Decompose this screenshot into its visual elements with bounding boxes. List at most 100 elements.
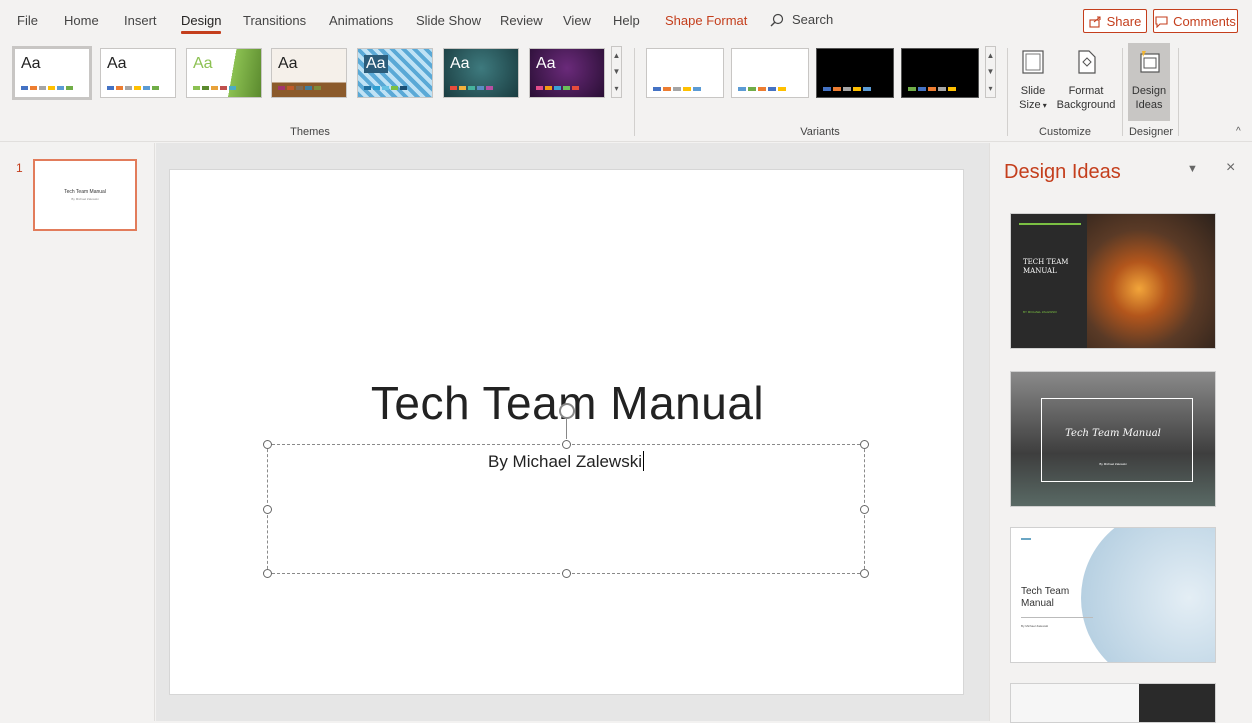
designer-group-label: Designer <box>1128 126 1174 138</box>
theme-office-2[interactable]: Aa <box>100 48 176 98</box>
design-ideas-icon <box>1140 51 1160 73</box>
variant-1[interactable] <box>646 48 724 98</box>
format-background-button[interactable]: Format Background <box>1054 48 1118 112</box>
chevron-down-icon[interactable]: ▼ <box>987 67 995 76</box>
theme-facet[interactable]: Aa <box>186 48 262 98</box>
format-background-icon <box>1078 50 1096 74</box>
design-idea-3[interactable]: Tech Team Manual By Michael Zalewski <box>1010 527 1216 663</box>
themes-scrollbar[interactable]: ▲ ▼ ▾ <box>611 46 622 98</box>
slide-canvas-area: Tech Team Manual By Michael Zalewski <box>156 143 989 721</box>
theme-colors <box>21 86 73 90</box>
tab-home[interactable]: Home <box>64 13 99 28</box>
chevron-up-icon[interactable]: ▲ <box>987 51 995 60</box>
idea1-title: TECH TEAM MANUAL <box>1023 258 1069 275</box>
pane-options-icon[interactable]: ▼ <box>1187 163 1198 175</box>
tab-slide-show[interactable]: Slide Show <box>416 13 481 28</box>
idea3-subtitle: By Michael Zalewski <box>1021 624 1049 628</box>
slide-size-button[interactable]: Slide Size ▾ <box>1015 48 1051 113</box>
theme-wood[interactable]: Aa <box>271 48 347 98</box>
theme-colors <box>450 86 493 90</box>
variant-2[interactable] <box>731 48 809 98</box>
tab-animations[interactable]: Animations <box>329 13 393 28</box>
design-idea-1[interactable]: TECH TEAM MANUAL BY MICHAEL ZALEWSKI <box>1010 213 1216 349</box>
resize-handle-w[interactable] <box>263 505 272 514</box>
variant-colors <box>653 87 701 91</box>
subtitle-line[interactable]: By Michael Zalewski <box>268 451 864 472</box>
variants-scrollbar[interactable]: ▲ ▼ ▾ <box>985 46 996 98</box>
idea3-accent <box>1021 538 1031 540</box>
ribbon: Aa Aa Aa Aa Aa Aa Aa ▲ ▼ ▾ Themes ▲ ▼ ▾ … <box>0 42 1252 142</box>
theme-ion-boardroom[interactable]: Aa <box>529 48 605 98</box>
resize-handle-se[interactable] <box>860 569 869 578</box>
menu-bar: File Home Insert Design Transitions Anim… <box>0 0 1252 42</box>
resize-handle-e[interactable] <box>860 505 869 514</box>
theme-sample: Aa <box>536 55 556 72</box>
tab-file[interactable]: File <box>17 13 38 28</box>
resize-handle-ne[interactable] <box>860 440 869 449</box>
design-idea-2[interactable]: Tech Team Manual By Michael Zalewski <box>1010 371 1216 507</box>
theme-colors <box>364 86 407 90</box>
slide-size-label-2: Size <box>1019 99 1041 111</box>
tab-design[interactable]: Design <box>181 13 222 34</box>
more-icon[interactable]: ▾ <box>988 84 992 93</box>
idea4-dark-panel <box>1139 684 1215 722</box>
collapse-ribbon-icon[interactable]: ^ <box>1236 126 1241 137</box>
resize-handle-n[interactable] <box>562 440 571 449</box>
format-bg-label-1: Format <box>1068 85 1104 97</box>
slide-thumbnail[interactable]: Tech Team Manual By Michael Zalewski <box>33 159 137 231</box>
more-icon[interactable]: ▾ <box>614 84 618 93</box>
variant-4[interactable] <box>901 48 979 98</box>
tab-transitions[interactable]: Transitions <box>243 13 306 28</box>
idea2-frame <box>1041 398 1193 482</box>
tab-shape-format[interactable]: Shape Format <box>665 13 747 28</box>
slide-canvas[interactable]: Tech Team Manual By Michael Zalewski <box>169 169 964 695</box>
tab-review[interactable]: Review <box>500 13 543 28</box>
rotate-handle-icon[interactable] <box>559 403 575 419</box>
tab-view[interactable]: View <box>563 13 591 28</box>
theme-sample: Aa <box>107 55 127 72</box>
text-cursor <box>643 451 644 471</box>
design-ideas-pane: Design Ideas ▼ × TECH TEAM MANUAL BY MICH… <box>989 143 1252 723</box>
resize-handle-s[interactable] <box>562 569 571 578</box>
close-icon[interactable]: × <box>1226 159 1235 177</box>
thumbnail-subtitle: By Michael Zalewski <box>71 197 99 201</box>
design-ideas-button[interactable]: Design Ideas <box>1128 43 1170 121</box>
theme-colors <box>107 86 159 90</box>
variant-colors <box>823 87 871 91</box>
ribbon-divider <box>1007 48 1008 136</box>
idea2-subtitle: By Michael Zalewski <box>1099 462 1127 466</box>
theme-ion[interactable]: Aa <box>443 48 519 98</box>
theme-office[interactable]: Aa <box>12 46 92 100</box>
variants-group-label: Variants <box>800 126 840 138</box>
share-button[interactable]: Share <box>1083 9 1147 33</box>
resize-handle-nw[interactable] <box>263 440 272 449</box>
variant-3[interactable] <box>816 48 894 98</box>
ribbon-divider <box>1178 48 1179 136</box>
design-idea-4[interactable] <box>1010 683 1216 723</box>
themes-group-label: Themes <box>290 126 330 138</box>
chevron-down-icon: ▾ <box>1040 101 1047 110</box>
design-ideas-label-2: Ideas <box>1135 99 1163 111</box>
rotate-handle-stem <box>566 419 567 439</box>
format-bg-label-2: Background <box>1056 99 1116 111</box>
idea-accent-line <box>1019 223 1081 225</box>
comments-button[interactable]: Comments <box>1153 9 1238 33</box>
idea3-title: Tech Team Manual <box>1021 586 1070 609</box>
comment-icon <box>1155 15 1168 28</box>
share-icon <box>1089 15 1101 28</box>
subtitle-textbox[interactable]: By Michael Zalewski <box>263 403 869 578</box>
theme-colors <box>536 86 579 90</box>
slide-subtitle[interactable]: By Michael Zalewski <box>488 452 642 471</box>
search-icon <box>770 13 784 26</box>
theme-sample: Aa <box>278 55 298 72</box>
theme-pattern[interactable]: Aa <box>357 48 433 98</box>
tab-insert[interactable]: Insert <box>124 13 157 28</box>
resize-handle-sw[interactable] <box>263 569 272 578</box>
idea1-subtitle: BY MICHAEL ZALEWSKI <box>1023 310 1058 314</box>
tab-help[interactable]: Help <box>613 13 640 28</box>
chevron-up-icon[interactable]: ▲ <box>613 51 621 60</box>
search-box[interactable]: Search <box>770 12 833 27</box>
foundry-image <box>1087 214 1215 348</box>
comments-label: Comments <box>1173 13 1236 29</box>
chevron-down-icon[interactable]: ▼ <box>613 67 621 76</box>
